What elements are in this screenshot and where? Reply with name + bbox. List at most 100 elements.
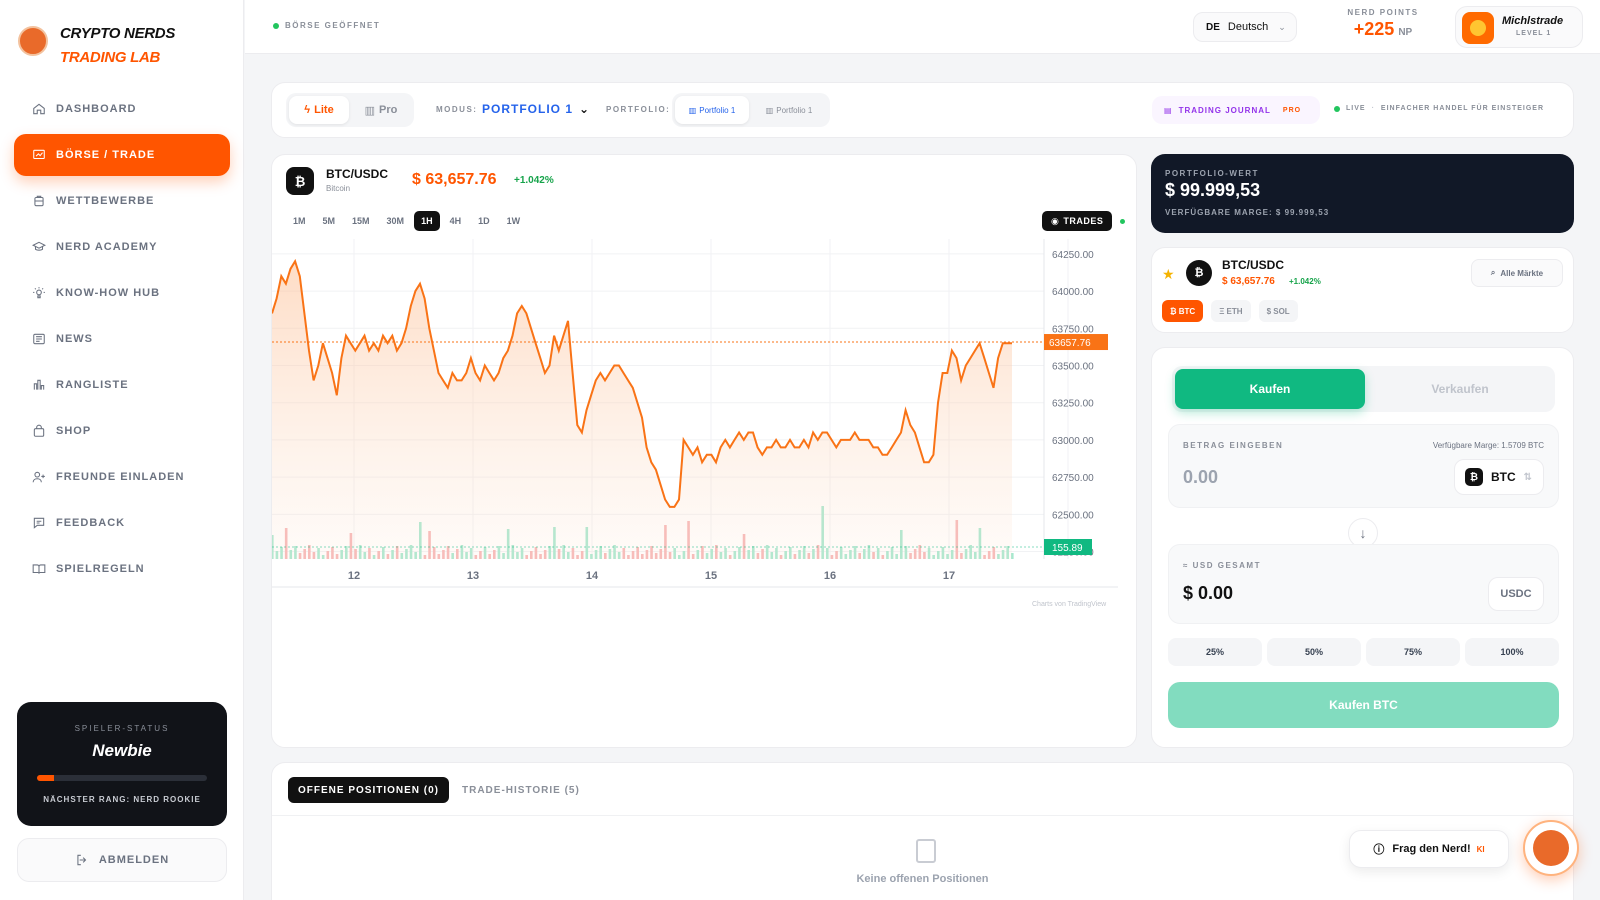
bolt-icon: ϟ <box>304 104 311 116</box>
avatar <box>1462 12 1494 44</box>
live-desc: EINFACHER HANDEL FÜR EINSTEIGER <box>1380 105 1545 112</box>
pro-button[interactable]: ▥ Pro <box>351 96 411 124</box>
sell-tab[interactable]: Verkaufen <box>1365 369 1555 409</box>
ask-nerd-label: Frag den Nerd! <box>1392 843 1471 855</box>
percent-button[interactable]: 75% <box>1366 638 1460 666</box>
logo-icon[interactable] <box>18 26 48 56</box>
sidebar-item-label: NEWS <box>56 333 93 345</box>
sidebar-item-freunde-einladen[interactable]: FREUNDE EINLADEN <box>14 456 230 498</box>
np-unit: NP <box>1398 27 1413 38</box>
sidebar-item-spielregeln[interactable]: SPIELREGELN <box>14 548 230 590</box>
percent-button[interactable]: 25% <box>1168 638 1262 666</box>
price-chart[interactable]: 64250.00 64000.00 63750.00 63500.00 63250.00… <box>272 155 1137 595</box>
pf1-label: Portfolio 1 <box>699 105 736 115</box>
portfolio-value: $ 99.999,53 <box>1165 180 1261 200</box>
sidebar-item-know-how-hub[interactable]: KNOW-HOW HUB <box>14 272 230 314</box>
brand: CRYPTO NERDS TRADING LAB <box>60 22 175 70</box>
bitcoin-icon: ₿ <box>1465 468 1483 486</box>
pro-badge: PRO <box>1282 106 1302 114</box>
sidebar-item-feedback[interactable]: FEEDBACK <box>14 502 230 544</box>
usd-total: $ 0.00 <box>1183 583 1234 603</box>
x-tick-label: 16 <box>824 570 836 582</box>
sidebar-item-label: DASHBOARD <box>56 103 137 115</box>
ki-badge: KI <box>1476 844 1485 854</box>
coin-chip[interactable]: $ SOL <box>1258 300 1298 322</box>
sidebar-item-shop[interactable]: SHOP <box>14 410 230 452</box>
portfolio-value-card: PORTFOLIO-WERT $ 99.999,53 VERFÜGBARE MA… <box>1151 154 1574 233</box>
modus-select[interactable]: PORTFOLIO 1 ⌄ <box>482 102 590 116</box>
percent-button[interactable]: 100% <box>1465 638 1559 666</box>
market-status-label: BÖRSE GEÖFFNET <box>285 21 381 30</box>
nerd-mascot-icon[interactable] <box>1523 820 1579 876</box>
bars-icon: ▥ <box>364 104 376 117</box>
lite-button[interactable]: ϟ Lite <box>289 96 349 124</box>
tab-trade-history[interactable]: TRADE-HISTORIE (5) <box>452 777 590 803</box>
sidebar-item-label: NERD ACADEMY <box>56 241 158 253</box>
market-pair: BTC/USDC <box>1222 258 1284 272</box>
user-level: LEVEL 1 <box>1516 30 1552 37</box>
submit-buy-button[interactable]: Kaufen BTC <box>1168 682 1559 728</box>
language-select[interactable]: DE Deutsch ⌄ <box>1193 12 1297 42</box>
sidebar-item-label: WETTBEWERBE <box>56 195 155 207</box>
bulb-icon <box>33 287 45 299</box>
x-tick-label: 14 <box>586 570 599 582</box>
y-tick-label: 62500.00 <box>1052 510 1094 521</box>
sidebar-item-börse-trade[interactable]: BÖRSE / TRADE <box>14 134 230 176</box>
portfolio-2-tab[interactable]: ▥ Portfolio 1 <box>752 96 826 124</box>
sidebar-item-rangliste[interactable]: RANGLISTE <box>14 364 230 406</box>
coin-chip[interactable]: Ξ ETH <box>1211 300 1251 322</box>
modus-value: PORTFOLIO 1 <box>482 102 574 116</box>
all-markets-button[interactable]: ⌕ Alle Märkte <box>1471 259 1563 287</box>
separator: · <box>1371 105 1375 112</box>
status-rank: Newbie <box>92 741 152 760</box>
pf2-label: Portfolio 1 <box>776 105 813 115</box>
y-tick-label: 63250.00 <box>1052 399 1094 410</box>
star-icon[interactable]: ★ <box>1162 266 1175 283</box>
amount-input[interactable]: 0.00 <box>1183 467 1218 488</box>
coin-chips: ₿ BTC Ξ ETH $ SOL <box>1162 300 1306 322</box>
percent-button[interactable]: 50% <box>1267 638 1361 666</box>
pro-label: Pro <box>379 104 398 116</box>
user-menu[interactable]: Michlstrade LEVEL 1 <box>1455 6 1583 48</box>
logout-button[interactable]: ABMELDEN <box>17 838 227 882</box>
sidebar-item-wettbewerbe[interactable]: WETTBEWERBE <box>14 180 230 222</box>
nerd-points: NERD POINTS +225 NP <box>1335 8 1431 40</box>
bars-icon: ▥ <box>765 105 774 115</box>
sidebar-item-label: SHOP <box>56 425 92 437</box>
amount-currency: BTC <box>1491 470 1516 484</box>
sidebar-item-label: BÖRSE / TRADE <box>56 149 156 161</box>
user-plus-icon <box>32 471 45 483</box>
amount-currency-select[interactable]: ₿ BTC ⇅ <box>1454 459 1544 495</box>
sidebar-item-label: FREUNDE EINLADEN <box>56 471 185 483</box>
bars-icon: ▥ <box>688 105 697 115</box>
tab-open-positions[interactable]: OFFENE POSITIONEN (0) <box>288 777 450 803</box>
sidebar-item-news[interactable]: NEWS <box>14 318 230 360</box>
buy-tab[interactable]: Kaufen <box>1175 369 1365 409</box>
chart-credit: Charts von TradingView <box>1032 601 1107 608</box>
portfolio-1-tab[interactable]: ▥ Portfolio 1 <box>675 96 749 124</box>
player-status-card: SPIELER-STATUS Newbie NÄCHSTER RANG: NER… <box>17 702 227 826</box>
y-tick-label: 63500.00 <box>1052 362 1094 373</box>
sidebar-item-nerd-academy[interactable]: NERD ACADEMY <box>14 226 230 268</box>
mode-toggle: ϟ Lite ▥ Pro <box>286 93 414 127</box>
y-tick-label: 64250.00 <box>1052 250 1094 261</box>
portfolio-label: PORTFOLIO-WERT <box>1165 169 1259 178</box>
trading-journal-button[interactable]: ▤ TRADING JOURNAL PRO <box>1152 96 1320 124</box>
coin-chip[interactable]: ₿ BTC <box>1162 300 1204 322</box>
price-area <box>272 261 1012 559</box>
brand-line1: CRYPTO NERDS <box>60 25 176 42</box>
trade-card: Kaufen Verkaufen BETRAG EINGEBEN Verfügb… <box>1151 347 1574 748</box>
y-tick-label: 64000.00 <box>1052 287 1094 298</box>
search-icon: ⌕ <box>1490 268 1496 277</box>
usd-currency[interactable]: USDC <box>1488 577 1544 611</box>
news-icon <box>33 333 45 345</box>
logout-icon <box>77 854 87 866</box>
ask-nerd-button[interactable]: ⓘ Frag den Nerd! KI <box>1349 830 1509 868</box>
rank-progress-fill <box>37 775 54 781</box>
lang-label: Deutsch <box>1227 21 1269 33</box>
status-dot-icon <box>273 22 279 29</box>
x-tick-label: 15 <box>705 570 717 582</box>
y-tick-label: 63750.00 <box>1052 324 1094 335</box>
sidebar-item-dashboard[interactable]: DASHBOARD <box>14 88 230 130</box>
available-margin: VERFÜGBARE MARGE: $ 99.999,53 <box>1165 208 1330 217</box>
